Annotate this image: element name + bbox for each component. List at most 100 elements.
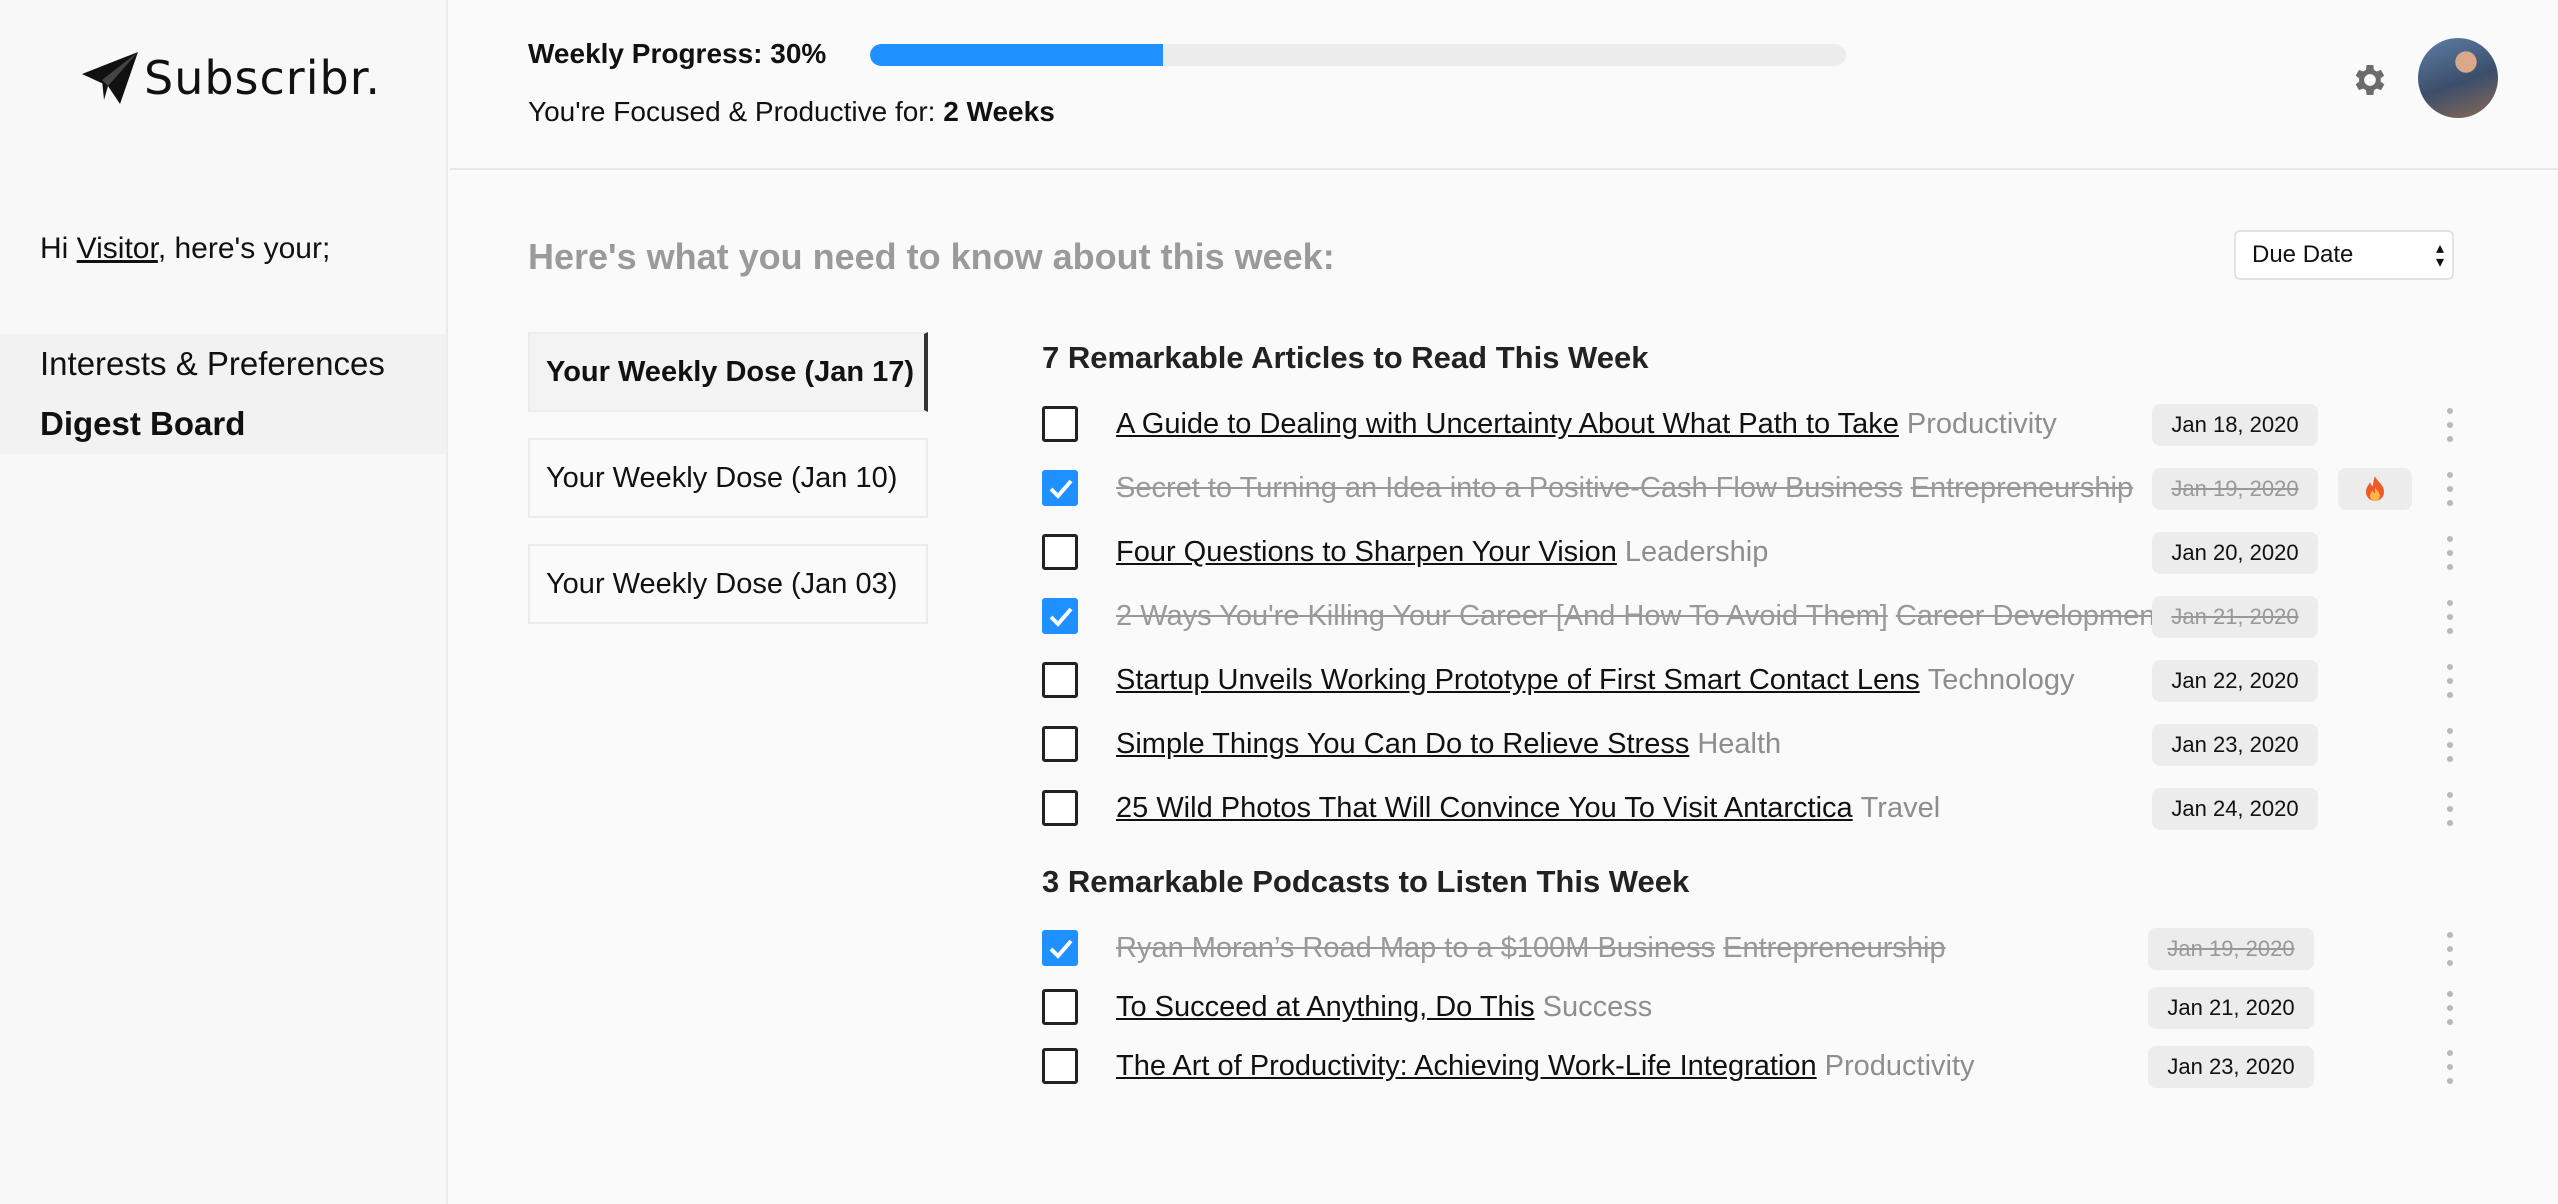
logo[interactable]: Subscribr. (80, 48, 381, 108)
item-text: The Art of Productivity: Achieving Work-… (1116, 1050, 1975, 1083)
date-badge: Jan 23, 2020 (2148, 1046, 2314, 1088)
checkbox[interactable] (1042, 726, 1078, 762)
item-category: Travel (1860, 792, 1941, 824)
date-badge: Jan 23, 2020 (2152, 724, 2318, 766)
check-icon (1049, 479, 1073, 499)
avatar[interactable] (2418, 38, 2498, 118)
progress-fill (870, 44, 1163, 66)
checkbox[interactable] (1042, 1048, 1078, 1084)
list-item: 25 Wild Photos That Will Convince You To… (1042, 784, 2462, 832)
focus-value: 2 Weeks (943, 96, 1055, 127)
item-text: To Succeed at Anything, Do This Success (1116, 991, 1652, 1024)
select-arrows-icon: ▴ ▾ (2435, 240, 2444, 271)
item-title-link[interactable]: To Succeed at Anything, Do This (1116, 991, 1535, 1023)
greeting-prefix: Hi (40, 232, 77, 265)
item-title-link[interactable]: The Art of Productivity: Achieving Work-… (1116, 1050, 1817, 1082)
item-title-link[interactable]: Ryan Moran’s Road Map to a $100M Busines… (1116, 932, 1715, 964)
date-badge: Jan 19, 2020 (2148, 928, 2314, 970)
checkbox[interactable] (1042, 534, 1078, 570)
item-text: 25 Wild Photos That Will Convince You To… (1116, 792, 1940, 825)
week-tab-jan-10[interactable]: Your Weekly Dose (Jan 10) (528, 438, 928, 518)
date-badge: Jan 21, 2020 (2152, 596, 2318, 638)
list-item: Simple Things You Can Do to Relieve Stre… (1042, 720, 2462, 768)
date-badge: Jan 24, 2020 (2152, 788, 2318, 830)
list-item: To Succeed at Anything, Do This Success J… (1042, 983, 2462, 1031)
week-list: Your Weekly Dose (Jan 17) Your Weekly Do… (528, 332, 928, 650)
item-category: Productivity (1824, 1050, 1975, 1082)
item-text: Secret to Turning an Idea into a Positiv… (1116, 472, 2133, 505)
header: Weekly Progress: 30% You're Focused & Pr… (450, 0, 2558, 170)
fire-icon[interactable] (2338, 468, 2412, 510)
checkbox[interactable] (1042, 930, 1078, 966)
checkbox[interactable] (1042, 989, 1078, 1025)
more-options-icon[interactable] (2438, 728, 2462, 762)
date-badge: Jan 20, 2020 (2152, 532, 2318, 574)
week-tab-jan-03[interactable]: Your Weekly Dose (Jan 03) (528, 544, 928, 624)
sort-selected-value: Due Date (2252, 241, 2354, 268)
item-text: Startup Unveils Working Prototype of Fir… (1116, 664, 2074, 697)
item-text: A Guide to Dealing with Uncertainty Abou… (1116, 408, 2057, 441)
item-title-link[interactable]: 2 Ways You're Killing Your Career [And H… (1116, 600, 1888, 632)
item-category: Success (1542, 991, 1653, 1023)
sort-select[interactable]: Due Date ▴ ▾ (2234, 230, 2454, 280)
more-options-icon[interactable] (2438, 536, 2462, 570)
item-text: Simple Things You Can Do to Relieve Stre… (1116, 728, 1781, 761)
checkbox[interactable] (1042, 470, 1078, 506)
item-category: Entrepreneurship (1910, 472, 2134, 504)
list-item: Four Questions to Sharpen Your Vision Lea… (1042, 528, 2462, 576)
more-options-icon[interactable] (2438, 600, 2462, 634)
item-category: Productivity (1906, 408, 2057, 440)
progress-label: Weekly Progress: 30% (528, 38, 827, 69)
list-item: A Guide to Dealing with Uncertainty Abou… (1042, 400, 2462, 448)
item-title-link[interactable]: Simple Things You Can Do to Relieve Stre… (1116, 728, 1689, 760)
visitor-link[interactable]: Visitor (77, 232, 158, 265)
list-item: 2 Ways You're Killing Your Career [And H… (1042, 592, 2462, 640)
more-options-icon[interactable] (2438, 1050, 2462, 1084)
sidebar-item-digest-board[interactable]: Digest Board (0, 394, 446, 454)
date-badge: Jan 19, 2020 (2152, 468, 2318, 510)
list-item: Secret to Turning an Idea into a Positiv… (1042, 464, 2462, 512)
more-options-icon[interactable] (2438, 792, 2462, 826)
item-title-link[interactable]: A Guide to Dealing with Uncertainty Abou… (1116, 408, 1899, 440)
sidebar-item-interests[interactable]: Interests & Preferences (0, 334, 446, 394)
greeting: Hi Visitor, here's your; (40, 232, 330, 266)
checkbox[interactable] (1042, 662, 1078, 698)
item-text: Four Questions to Sharpen Your Vision Lea… (1116, 536, 1768, 569)
greeting-suffix: , here's your; (157, 232, 331, 265)
articles-section-title: 7 Remarkable Articles to Read This Week (1042, 340, 1649, 375)
checkbox[interactable] (1042, 598, 1078, 634)
item-title-link[interactable]: Secret to Turning an Idea into a Positiv… (1116, 472, 1903, 504)
checkbox[interactable] (1042, 790, 1078, 826)
item-title-link[interactable]: 25 Wild Photos That Will Convince You To… (1116, 792, 1853, 824)
checkbox[interactable] (1042, 406, 1078, 442)
sidebar-nav: Interests & Preferences Digest Board (0, 334, 446, 454)
date-badge: Jan 18, 2020 (2152, 404, 2318, 446)
date-badge: Jan 21, 2020 (2148, 987, 2314, 1029)
week-tab-jan-17[interactable]: Your Weekly Dose (Jan 17) (528, 332, 928, 412)
list-item: Ryan Moran’s Road Map to a $100M Busines… (1042, 924, 2462, 972)
more-options-icon[interactable] (2438, 932, 2462, 966)
item-text: 2 Ways You're Killing Your Career [And H… (1116, 600, 2163, 633)
item-category: Entrepreneurship (1723, 932, 1946, 964)
item-category: Technology (1927, 664, 2075, 696)
check-icon (1049, 607, 1073, 627)
item-category: Career Development (1895, 600, 2164, 632)
check-icon (1049, 939, 1073, 959)
more-options-icon[interactable] (2438, 991, 2462, 1025)
more-options-icon[interactable] (2438, 472, 2462, 506)
logo-text: Subscribr. (144, 51, 382, 105)
gear-icon[interactable] (2350, 60, 2390, 100)
item-title-link[interactable]: Four Questions to Sharpen Your Vision (1116, 536, 1617, 568)
more-options-icon[interactable] (2438, 408, 2462, 442)
list-item: The Art of Productivity: Achieving Work-… (1042, 1042, 2462, 1090)
more-options-icon[interactable] (2438, 664, 2462, 698)
focus-line: You're Focused & Productive for: 2 Weeks (528, 96, 1055, 128)
page-title: Here's what you need to know about this … (528, 236, 1335, 277)
paper-plane-icon (82, 52, 138, 104)
list-item: Startup Unveils Working Prototype of Fir… (1042, 656, 2462, 704)
item-category: Health (1697, 728, 1782, 760)
item-title-link[interactable]: Startup Unveils Working Prototype of Fir… (1116, 664, 1920, 696)
focus-prefix: You're Focused & Productive for: (528, 96, 944, 127)
sidebar: Subscribr. Hi Visitor, here's your; Inte… (0, 0, 448, 1204)
item-text: Ryan Moran’s Road Map to a $100M Busines… (1116, 932, 1946, 965)
